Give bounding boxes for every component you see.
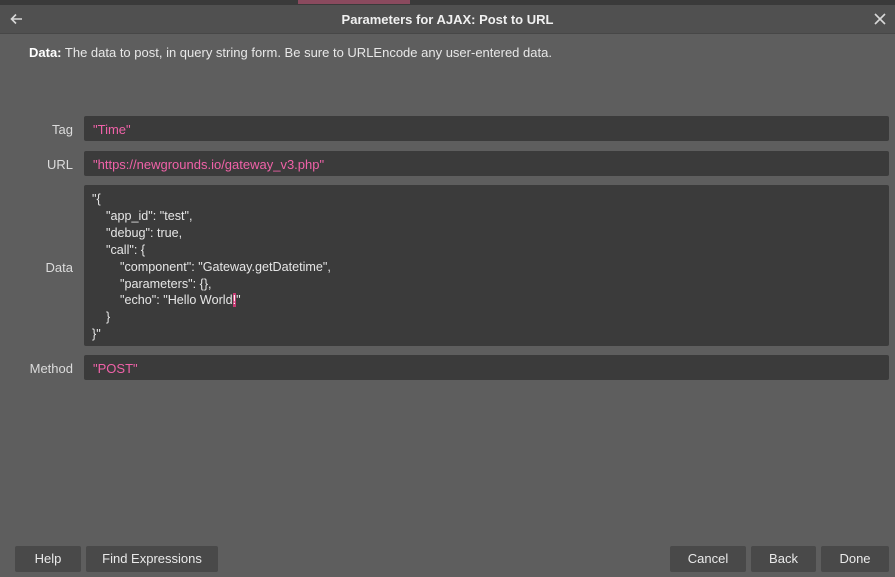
code-line-cursor: "echo": "Hello World!" bbox=[92, 292, 331, 309]
cancel-button[interactable]: Cancel bbox=[670, 546, 746, 572]
code-line-tail: " bbox=[236, 293, 241, 308]
data-label: Data bbox=[45, 260, 73, 275]
dialog-title: Parameters for AJAX: Post to URL bbox=[341, 12, 554, 27]
code-line: "{ bbox=[92, 192, 101, 206]
parameter-description: Data: The data to post, in query string … bbox=[29, 45, 552, 60]
url-label: URL bbox=[46, 157, 73, 172]
method-value: "POST" bbox=[93, 361, 138, 376]
data-code: "{ "app_id": "test", "debug": true, "cal… bbox=[92, 191, 331, 343]
done-button[interactable]: Done bbox=[821, 546, 889, 572]
help-button[interactable]: Help bbox=[15, 546, 81, 572]
description-text: The data to post, in query string form. … bbox=[61, 45, 552, 60]
code-line: "app_id": "test", bbox=[92, 208, 193, 223]
url-field[interactable]: "https://newgrounds.io/gateway_v3.php" bbox=[84, 151, 889, 176]
tag-label: Tag bbox=[52, 122, 73, 137]
description-label: Data: bbox=[29, 45, 62, 60]
code-line: "component": "Gateway.getDatetime", bbox=[92, 259, 331, 274]
code-line: "debug": true, bbox=[92, 225, 183, 240]
top-strip-accent bbox=[298, 0, 410, 4]
find-expressions-button[interactable]: Find Expressions bbox=[86, 546, 218, 572]
tag-value: "Time" bbox=[93, 122, 131, 137]
code-line: "parameters": {}, bbox=[92, 276, 212, 291]
data-field[interactable]: "{ "app_id": "test", "debug": true, "cal… bbox=[84, 185, 889, 346]
tag-field[interactable]: "Time" bbox=[84, 116, 889, 141]
method-field[interactable]: "POST" bbox=[84, 355, 889, 380]
close-icon[interactable] bbox=[869, 8, 891, 30]
back-button[interactable]: Back bbox=[751, 546, 816, 572]
method-label: Method bbox=[29, 361, 73, 376]
code-line: } bbox=[92, 310, 111, 325]
url-value: "https://newgrounds.io/gateway_v3.php" bbox=[93, 157, 325, 172]
code-line: }" bbox=[92, 327, 101, 342]
dialog-titlebar: Parameters for AJAX: Post to URL bbox=[0, 5, 895, 34]
code-line: "call": { bbox=[92, 242, 146, 257]
code-line-text: "echo": "Hello World bbox=[92, 293, 233, 308]
